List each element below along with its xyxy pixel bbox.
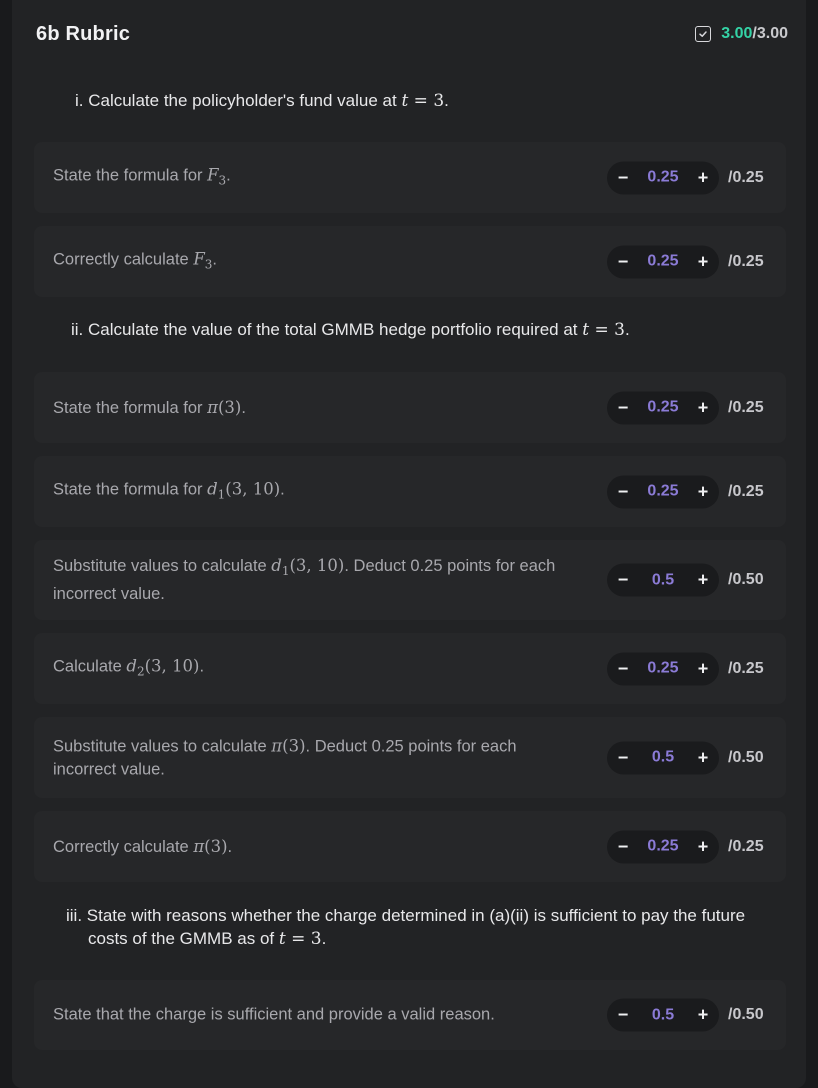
increment-button[interactable]: + [687, 741, 719, 774]
decrement-button[interactable]: − [607, 999, 639, 1032]
points-value[interactable]: 0.25 [647, 169, 678, 187]
question-text: i. Calculate the policyholder's fund val… [75, 91, 402, 110]
points-max: /0.25 [728, 659, 764, 677]
decrement-button[interactable]: − [607, 391, 639, 424]
criterion-text: Substitute values to calculate d1(3, 10)… [53, 555, 556, 604]
points-value[interactable]: 0.25 [647, 483, 678, 501]
points-stepper: − 0.25 + [607, 245, 719, 278]
criterion-row: Substitute values to calculate d1(3, 10)… [34, 540, 786, 620]
points-stepper: − 0.25 + [607, 830, 719, 863]
question-punct: . [444, 91, 449, 110]
criterion-text: Correctly calculate F3. [53, 248, 217, 272]
criterion-text: State the formula for d1(3, 10). [53, 478, 285, 502]
increment-button[interactable]: + [687, 391, 719, 424]
rubric-header: 6b Rubric 3.00/3.00 [36, 18, 788, 50]
increment-button[interactable]: + [687, 564, 719, 597]
points-value[interactable]: 0.5 [652, 749, 674, 767]
points-max: /0.25 [728, 837, 764, 855]
question-text: costs of the GMMB as of [88, 929, 279, 948]
question-text: ii. Calculate the value of the total GMM… [71, 320, 583, 339]
points-stepper: − 0.25 + [607, 475, 719, 508]
points-value[interactable]: 0.25 [647, 660, 678, 678]
criterion-text: State the formula for F3. [53, 164, 231, 188]
points-stepper: − 0.5 + [607, 741, 719, 774]
criterion-text: State that the charge is sufficient and … [53, 1005, 495, 1024]
points-stepper: − 0.5 + [607, 998, 719, 1032]
criterion-row: Correctly calculate π(3). − 0.25 + /0.25 [34, 811, 786, 882]
score-earned: 3.00 [721, 25, 753, 42]
points-max: /0.25 [728, 482, 764, 500]
math-expr: = 3 [285, 929, 322, 949]
question-punct: . [624, 320, 630, 339]
points-value[interactable]: 0.5 [652, 571, 674, 589]
decrement-button[interactable]: − [607, 161, 639, 194]
rubric-panel: 6b Rubric 3.00/3.00 i. Calculate the pol… [12, 0, 806, 1088]
math-expr: = 3 [408, 91, 445, 111]
decrement-button[interactable]: − [607, 830, 639, 863]
question-text: iii. State with reasons whether the char… [66, 906, 746, 925]
rubric-title: 6b Rubric [36, 22, 131, 45]
score-possible: /3.00 [752, 25, 788, 42]
points-value[interactable]: 0.5 [652, 1006, 674, 1024]
criterion-row: Substitute values to calculate π(3). Ded… [34, 717, 786, 798]
decrement-button[interactable]: − [607, 564, 639, 597]
increment-button[interactable]: + [687, 161, 719, 194]
increment-button[interactable]: + [687, 999, 719, 1032]
question-i: i. Calculate the policyholder's fund val… [75, 89, 449, 113]
question-iii: iii. State with reasons whether the char… [66, 904, 745, 951]
points-stepper: − 0.25 + [607, 161, 719, 194]
criterion-text: State the formula for π(3). [53, 397, 246, 417]
criterion-row: State the formula for d1(3, 10). − 0.25 … [34, 456, 786, 527]
increment-button[interactable]: + [687, 475, 719, 508]
checkbox-checked-icon [695, 26, 712, 42]
math-var: t [278, 929, 286, 949]
points-max: /0.25 [728, 398, 764, 416]
question-ii: ii. Calculate the value of the total GMM… [71, 318, 630, 342]
points-stepper: − 0.25 + [607, 652, 719, 685]
increment-button[interactable]: + [687, 245, 719, 278]
criterion-row: State the formula for π(3). − 0.25 + /0.… [34, 372, 786, 443]
criterion-row: State that the charge is sufficient and … [34, 980, 786, 1050]
points-max: /0.50 [728, 748, 764, 766]
question-punct: . [321, 929, 327, 948]
points-stepper: − 0.5 + [607, 563, 719, 597]
points-value[interactable]: 0.25 [647, 399, 678, 417]
points-value[interactable]: 0.25 [647, 838, 678, 856]
decrement-button[interactable]: − [607, 475, 639, 508]
math-expr: = 3 [589, 320, 625, 340]
criterion-text: Substitute values to calculate π(3). Ded… [53, 736, 517, 778]
increment-button[interactable]: + [687, 830, 719, 863]
points-max: /0.25 [728, 168, 764, 186]
total-score: 3.00/3.00 [695, 25, 788, 43]
points-stepper: − 0.25 + [607, 391, 719, 424]
decrement-button[interactable]: − [607, 245, 639, 278]
decrement-button[interactable]: − [607, 741, 639, 774]
increment-button[interactable]: + [687, 652, 719, 685]
points-max: /0.50 [728, 571, 764, 588]
criterion-row: Calculate d2(3, 10). − 0.25 + /0.25 [34, 633, 786, 704]
points-value[interactable]: 0.25 [647, 253, 678, 271]
points-max: /0.50 [728, 1006, 764, 1023]
points-max: /0.25 [728, 252, 764, 270]
decrement-button[interactable]: − [607, 652, 639, 685]
criterion-row: Correctly calculate F3. − 0.25 + /0.25 [34, 226, 786, 297]
criterion-row: State the formula for F3. − 0.25 + /0.25 [34, 142, 786, 213]
criterion-text: Correctly calculate π(3). [53, 836, 233, 856]
criterion-text: Calculate d2(3, 10). [53, 655, 205, 679]
